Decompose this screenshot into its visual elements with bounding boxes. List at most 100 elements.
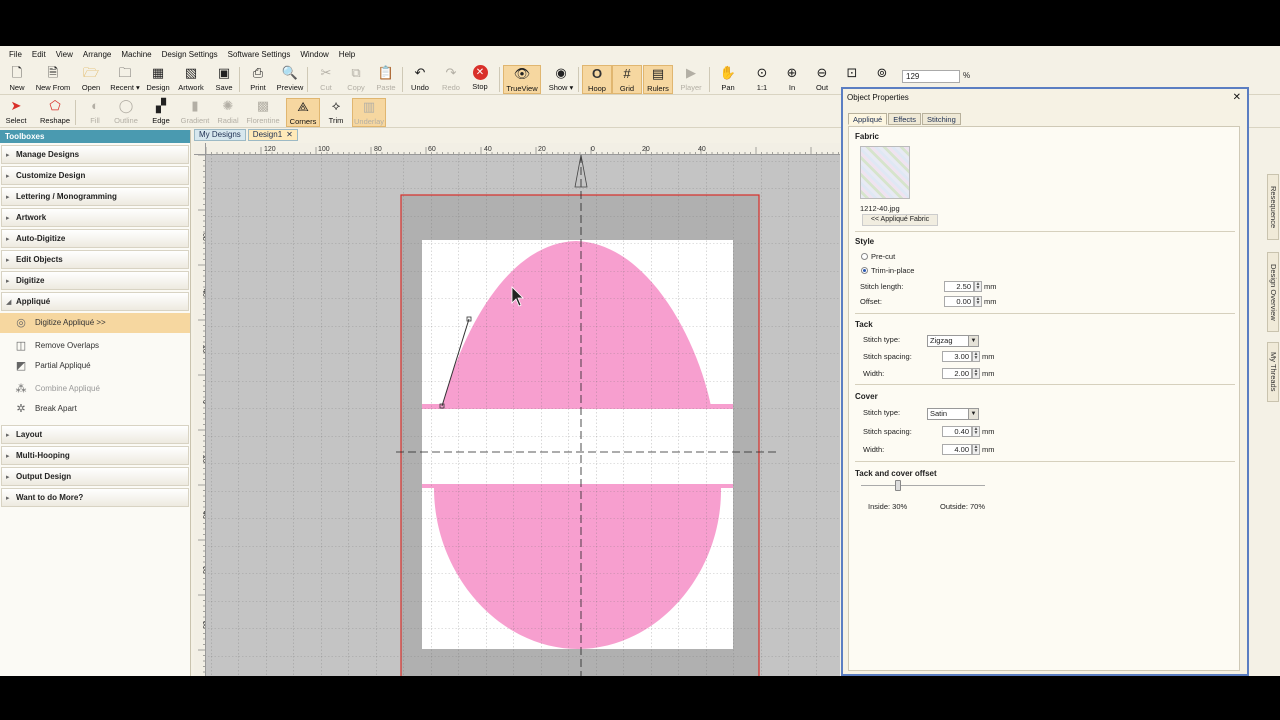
cover-spacing-stepper[interactable]: ▲ ▼	[972, 426, 980, 437]
cover-spacing-field[interactable]: 0.40	[942, 426, 972, 437]
precut-radio[interactable]	[861, 253, 868, 260]
gradient-icon: ▮	[191, 98, 199, 113]
offset-slider-thumb[interactable]	[895, 480, 902, 491]
print-button[interactable]: ⎙ Print	[243, 65, 273, 94]
trueview-button[interactable]: 👁 TrueView	[503, 65, 541, 94]
zoom-1to1-button[interactable]: ⊙ 1:1	[747, 65, 777, 94]
trim-in-place-radio[interactable]	[861, 267, 868, 274]
cover-stitch-type-select[interactable]: Satin ▼	[927, 408, 979, 420]
show-icon: ◉	[555, 65, 567, 80]
partial-applique-item[interactable]: ◩ Partial Appliqué	[0, 356, 190, 376]
tab-design-overview[interactable]: Design Overview	[1267, 252, 1279, 332]
design-canvas[interactable]: 120 100 80 60 40 20 0 20 40 60 40 20 0 2…	[194, 143, 840, 676]
open-button[interactable]: 🗁 Open	[76, 65, 106, 94]
cover-width-field[interactable]: 4.00	[942, 444, 972, 455]
ruler-vertical: 60 40 20 0 20 40 60 80	[194, 155, 206, 676]
fill-button[interactable]: ◐ Fill	[80, 98, 110, 127]
close-icon[interactable]: ✕	[1233, 89, 1241, 106]
applique-fabric-button[interactable]: << Appliqué Fabric	[862, 214, 938, 226]
copy-button[interactable]: ⧉ Copy	[341, 65, 371, 94]
outside-percent: Outside: 70%	[940, 502, 986, 511]
trim-button[interactable]: ⟡ Trim	[321, 98, 351, 127]
gradient-button[interactable]: ▮ Gradient	[180, 98, 210, 127]
florentine-button[interactable]: ▩ Florentine	[246, 98, 279, 127]
category-edit-objects[interactable]: ▸ Edit Objects	[1, 250, 189, 269]
show-button[interactable]: ◉ Show ▾	[546, 65, 576, 94]
zoom-in-button[interactable]: ⊕ In	[777, 65, 807, 94]
break-apart-item[interactable]: ✲ Break Apart	[0, 399, 190, 419]
zoom-out-button[interactable]: ⊖ Out	[807, 65, 837, 94]
hoop-button[interactable]: O Hoop	[582, 65, 612, 94]
tab-resequence[interactable]: Resequence	[1267, 174, 1279, 240]
remove-overlaps-item[interactable]: ◫ Remove Overlaps	[0, 336, 190, 356]
menu-software-settings[interactable]: Software Settings	[223, 50, 296, 59]
stop-button[interactable]: ✕ Stop	[465, 65, 495, 94]
menu-file[interactable]: File	[4, 50, 27, 59]
tab-my-designs[interactable]: My Designs	[194, 129, 246, 141]
category-applique[interactable]: ◢ Appliqué	[1, 292, 189, 311]
stitch-length-stepper[interactable]: ▲ ▼	[974, 281, 982, 292]
tab-applique[interactable]: Appliqué	[848, 113, 888, 125]
tab-stitching[interactable]: Stitching	[922, 113, 961, 125]
underlay-button[interactable]: ▥ Underlay	[352, 98, 386, 127]
digitize-applique-item[interactable]: ◎ Digitize Appliqué >>	[0, 313, 190, 333]
category-lettering[interactable]: ▸ Lettering / Monogramming	[1, 187, 189, 206]
menu-view[interactable]: View	[51, 50, 78, 59]
preview-button[interactable]: 🔍 Preview	[275, 65, 305, 94]
category-customize-design[interactable]: ▸ Customize Design	[1, 166, 189, 185]
chevron-down-icon: ◢	[6, 299, 12, 306]
menu-machine[interactable]: Machine	[116, 50, 156, 59]
menu-window[interactable]: Window	[295, 50, 333, 59]
reshape-button[interactable]: ⬠ Reshape	[40, 98, 70, 127]
redo-button[interactable]: ↷ Redo	[436, 65, 466, 94]
artwork-button[interactable]: ▧ Artwork	[176, 65, 206, 94]
tack-width-field[interactable]: 2.00	[942, 368, 972, 379]
menu-design-settings[interactable]: Design Settings	[157, 50, 223, 59]
new-from-button[interactable]: 🗎 New From	[36, 65, 71, 94]
tack-spacing-field[interactable]: 3.00	[942, 351, 972, 362]
save-button[interactable]: ▣ Save	[209, 65, 239, 94]
category-digitize[interactable]: ▸ Digitize	[1, 271, 189, 290]
category-manage-designs[interactable]: ▸ Manage Designs	[1, 145, 189, 164]
cover-width-stepper[interactable]: ▲ ▼	[972, 444, 980, 455]
close-icon[interactable]: ✕	[286, 129, 293, 141]
player-button[interactable]: ▶ Player	[676, 65, 706, 94]
tab-my-threads[interactable]: My Threads	[1267, 342, 1279, 402]
rulers-button[interactable]: ▤ Rulers	[643, 65, 673, 94]
zoom-select[interactable]: 129	[902, 70, 960, 83]
undo-button[interactable]: ↶ Undo	[405, 65, 435, 94]
fabric-swatch[interactable]	[860, 146, 910, 199]
paste-button[interactable]: 📋 Paste	[371, 65, 401, 94]
category-auto-digitize[interactable]: ▸ Auto-Digitize	[1, 229, 189, 248]
category-multi-hooping[interactable]: ▸ Multi-Hooping	[1, 446, 189, 465]
tack-width-stepper[interactable]: ▲ ▼	[972, 368, 980, 379]
combine-applique-item[interactable]: ⁂ Combine Appliqué	[0, 379, 190, 399]
new-button[interactable]: 🗋 New	[2, 65, 32, 94]
offset-slider-track[interactable]	[861, 485, 985, 486]
design-workspace[interactable]	[206, 155, 840, 676]
grid-button[interactable]: # Grid	[612, 65, 642, 94]
menu-edit[interactable]: Edit	[27, 50, 51, 59]
category-want-more[interactable]: ▸ Want to do More?	[1, 488, 189, 507]
pan-button[interactable]: ✋ Pan	[713, 65, 743, 94]
stitch-length-field[interactable]: 2.50	[944, 281, 974, 292]
recent-button[interactable]: 🗀 Recent ▾	[110, 65, 140, 94]
select-button[interactable]: ➤ Select	[1, 98, 31, 127]
category-output-design[interactable]: ▸ Output Design	[1, 467, 189, 486]
category-artwork[interactable]: ▸ Artwork	[1, 208, 189, 227]
tab-design1[interactable]: Design1 ✕	[247, 129, 298, 141]
edge-button[interactable]: ▞ Edge	[146, 98, 176, 127]
design-button[interactable]: ▦ Design	[143, 65, 173, 94]
tack-stitch-type-select[interactable]: Zigzag ▼	[927, 335, 979, 347]
menu-help[interactable]: Help	[334, 50, 360, 59]
tab-effects[interactable]: Effects	[888, 113, 921, 125]
offset-stepper[interactable]: ▲ ▼	[974, 296, 982, 307]
corners-button[interactable]: ⟁ Corners	[286, 98, 320, 127]
radial-button[interactable]: ✺ Radial	[213, 98, 243, 127]
cut-button[interactable]: ✂ Cut	[311, 65, 341, 94]
menu-arrange[interactable]: Arrange	[78, 50, 116, 59]
outline-button[interactable]: ◯ Outline	[111, 98, 141, 127]
category-layout[interactable]: ▸ Layout	[1, 425, 189, 444]
tack-spacing-stepper[interactable]: ▲ ▼	[972, 351, 980, 362]
offset-field[interactable]: 0.00	[944, 296, 974, 307]
